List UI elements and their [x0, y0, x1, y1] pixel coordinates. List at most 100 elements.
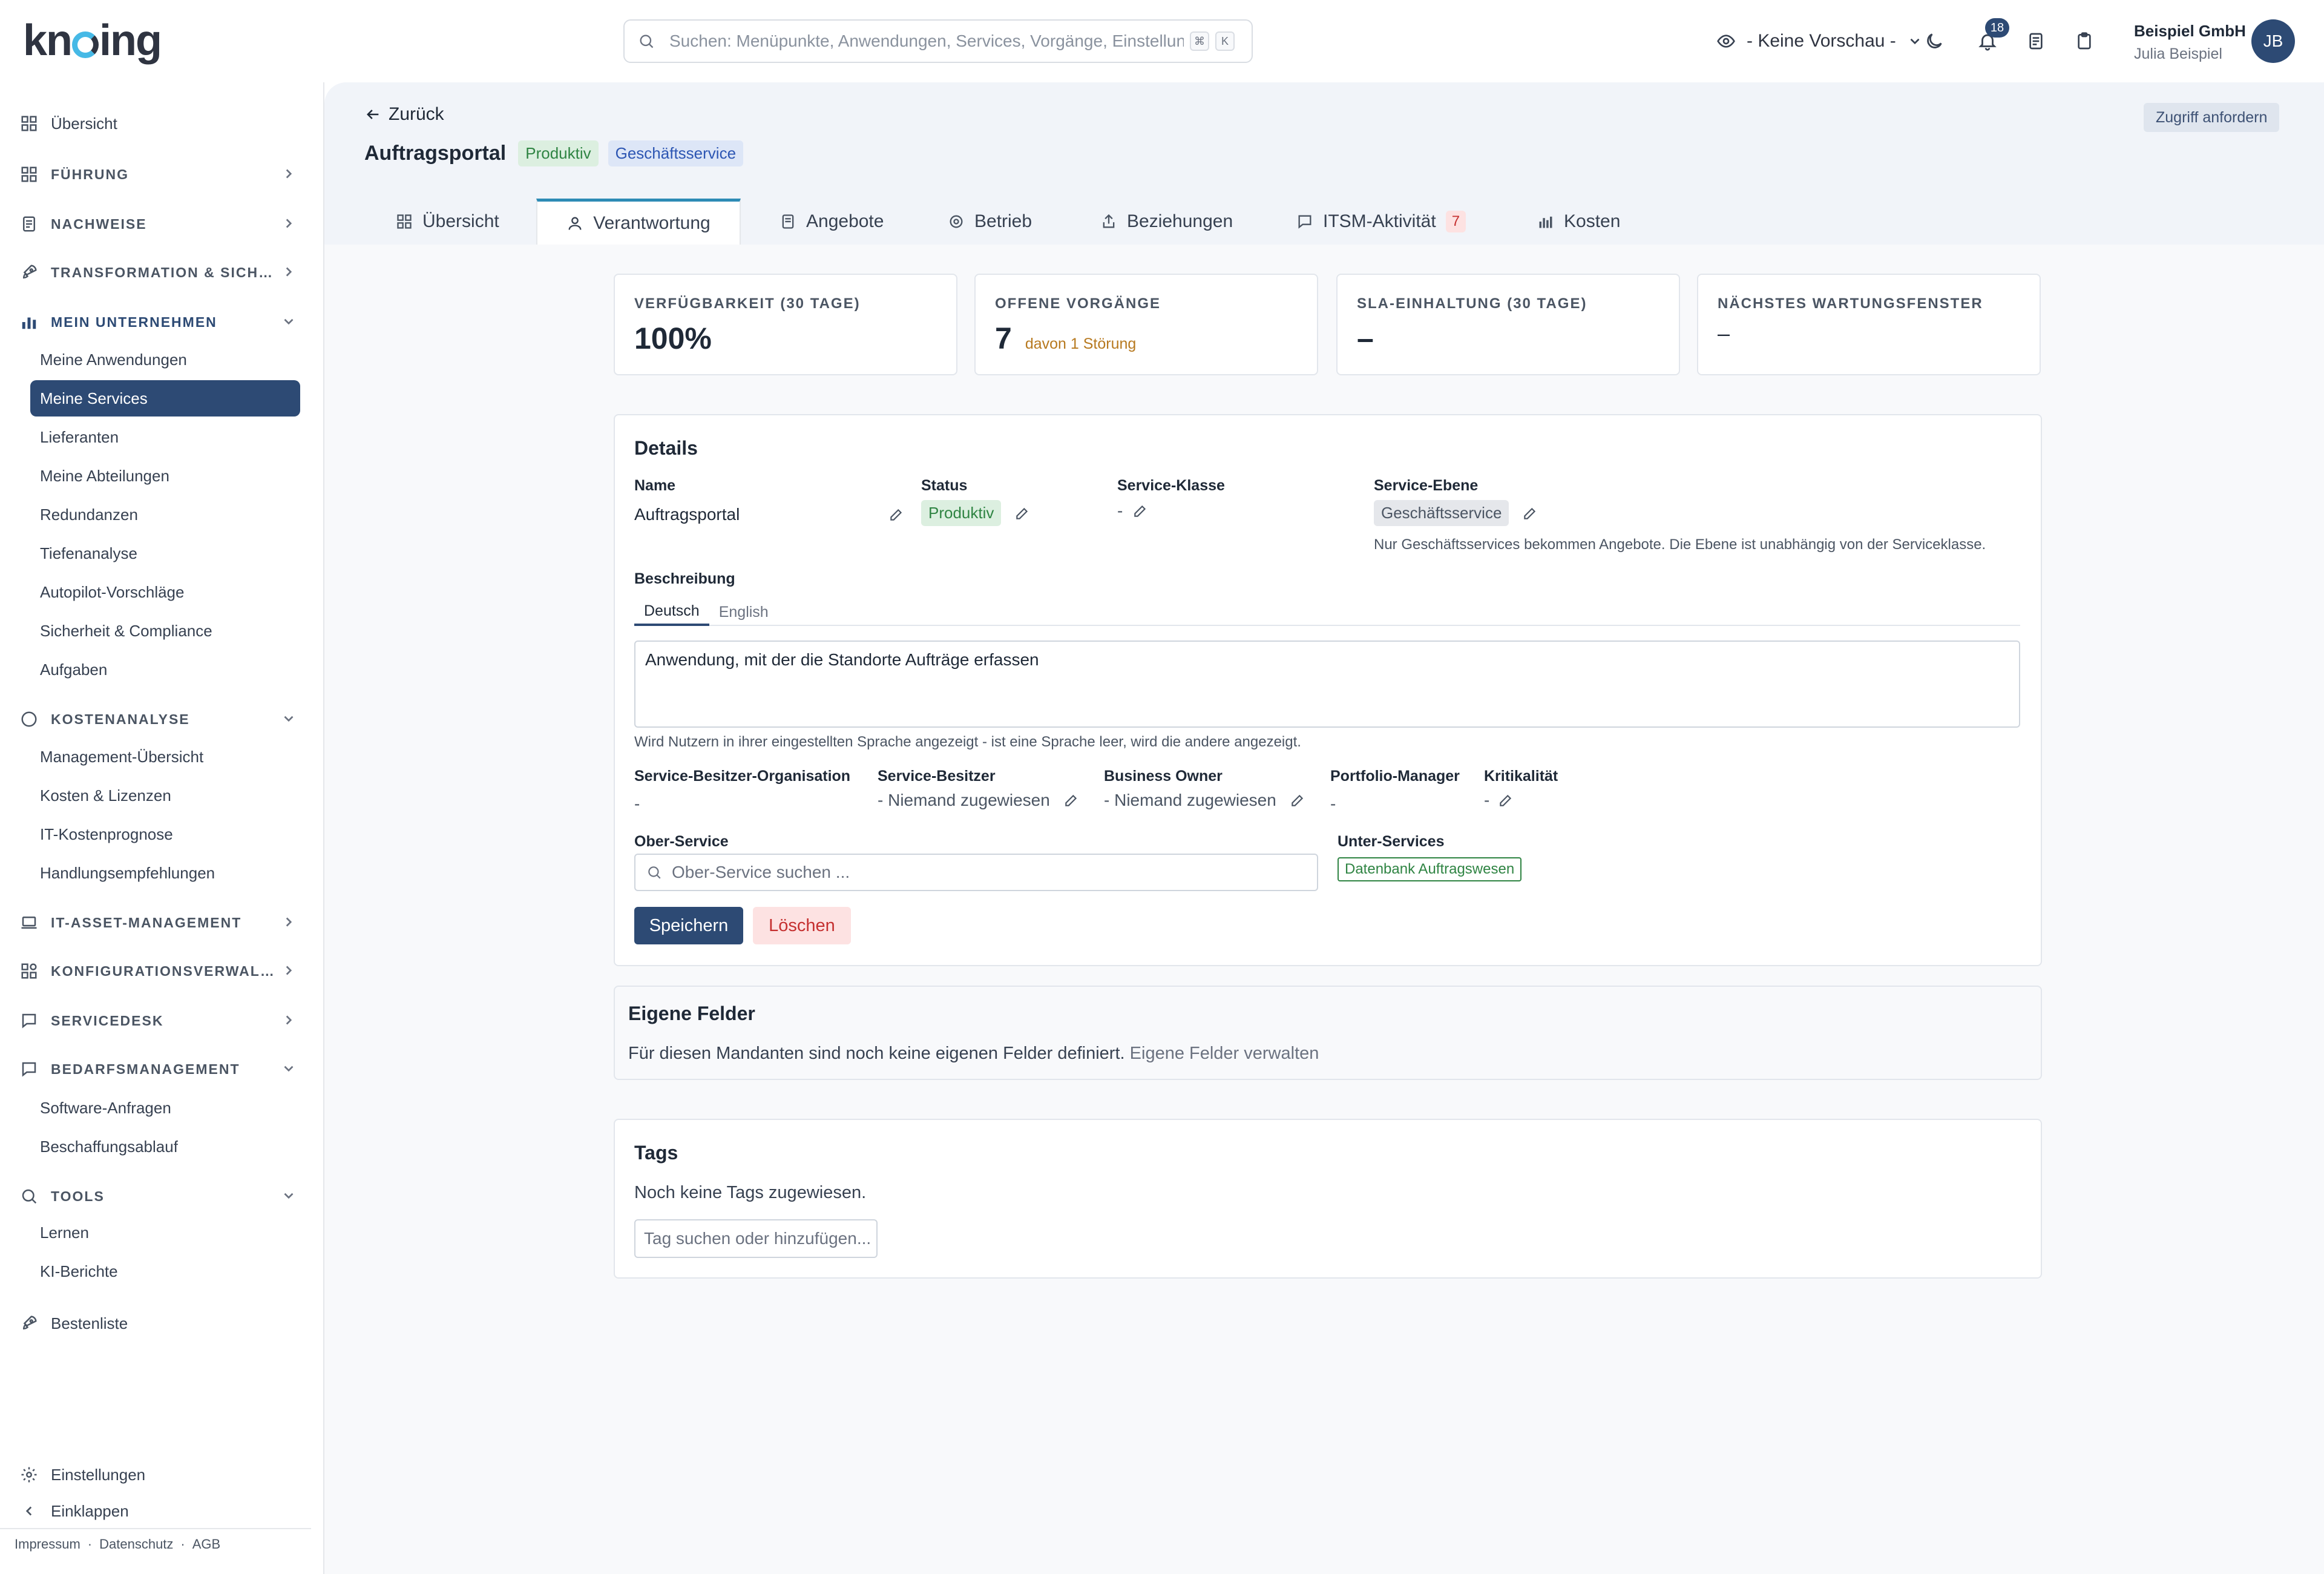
grid-icon: [397, 214, 412, 229]
sidebar-item-meine-abteilungen[interactable]: Meine Abteilungen: [30, 458, 300, 494]
edit-name-icon[interactable]: [888, 507, 904, 522]
link-agb[interactable]: AGB: [192, 1536, 220, 1552]
field-label: Name: [634, 477, 676, 494]
sidebar-section-fuehrung[interactable]: Führung: [18, 160, 297, 189]
gear-icon: [18, 1464, 40, 1486]
kpi-subtext: davon 1 Störung: [1025, 335, 1137, 352]
chevron-right-icon: [281, 264, 297, 280]
sidebar-section-transformation[interactable]: Transformation & Sich…: [18, 258, 297, 287]
edit-owner-icon[interactable]: [1063, 792, 1079, 808]
sidebar-item-aufgaben[interactable]: Aufgaben: [30, 651, 300, 688]
business-owner-field: - Niemand zugewiesen: [1104, 791, 1305, 810]
criticality-field: -: [1484, 791, 1514, 810]
preview-selector[interactable]: - Keine Vorschau -: [1716, 27, 1923, 56]
sidebar-item-beschaffungsablauf[interactable]: Beschaffungsablauf: [30, 1128, 300, 1165]
sidebar-item-lernen[interactable]: Lernen: [30, 1214, 300, 1251]
clipboard-button[interactable]: [2070, 27, 2099, 56]
sidebar-item-autopilot[interactable]: Autopilot-Vorschläge: [30, 574, 300, 610]
language-tabs: Deutsch English: [634, 598, 2020, 626]
lang-tab-de[interactable]: Deutsch: [634, 598, 709, 626]
edit-level-icon[interactable]: [1522, 505, 1538, 521]
delete-button[interactable]: Löschen: [753, 907, 851, 944]
kpi-sla: SLA-Einhaltung (30 Tage) –: [1336, 274, 1680, 375]
grid-icon: [18, 113, 40, 134]
edit-business-owner-icon[interactable]: [1290, 792, 1305, 808]
manage-custom-fields-link[interactable]: Eigene Felder verwalten: [1130, 1044, 1319, 1063]
panel-title: Tags: [634, 1142, 678, 1164]
link-datenschutz[interactable]: Datenschutz: [99, 1536, 173, 1552]
tab-offers[interactable]: Angebote: [769, 199, 894, 245]
edit-status-icon[interactable]: [1014, 505, 1030, 521]
sidebar-collapse-button[interactable]: Einklappen: [18, 1497, 297, 1526]
sidebar-section-konfig[interactable]: Konfigurationsverwal…: [18, 957, 297, 986]
sidebar-item-settings[interactable]: Einstellungen: [18, 1460, 297, 1489]
tags-empty-text: Noch keine Tags zugewiesen.: [634, 1183, 867, 1202]
sidebar-item-kostenprognose[interactable]: IT-Kostenprognose: [30, 816, 300, 852]
legal-separator: ·: [180, 1536, 185, 1552]
back-link[interactable]: Zurück: [364, 104, 444, 125]
sidebar-section-bedarf[interactable]: Bedarfsmanagement: [18, 1055, 297, 1084]
parent-service-search[interactable]: Ober-Service suchen ...: [634, 854, 1318, 891]
child-service-badge[interactable]: Datenbank Auftragswesen: [1338, 857, 1522, 881]
link-impressum[interactable]: Impressum: [15, 1536, 80, 1552]
sidebar-item-software-anfragen[interactable]: Software-Anfragen: [30, 1090, 300, 1126]
kpi-label: Offene Vorgänge: [995, 295, 1161, 312]
sidebar-section-kosten[interactable]: Kostenanalyse: [18, 705, 297, 734]
global-search[interactable]: Suchen: Menüpunkte, Anwendungen, Service…: [623, 19, 1253, 63]
tab-overview[interactable]: Übersicht: [385, 199, 510, 245]
sidebar-item-kosten-lizenzen[interactable]: Kosten & Lizenzen: [30, 777, 300, 814]
tab-itsm[interactable]: ITSM-Aktivität 7: [1285, 199, 1477, 245]
sidebar-section-unternehmen[interactable]: Mein Unternehmen: [18, 308, 297, 337]
tab-operations[interactable]: Betrieb: [937, 199, 1043, 245]
theme-toggle-button[interactable]: [1920, 27, 1949, 56]
shortcut-key-meta: ⌘: [1190, 31, 1209, 51]
tag-search-input[interactable]: Tag suchen oder hinzufügen...: [634, 1219, 878, 1258]
description-textarea[interactable]: Anwendung, mit der die Standorte Aufträg…: [634, 640, 2020, 728]
sidebar-section-label: Transformation & Sich…: [51, 264, 274, 280]
gear-icon: [950, 215, 963, 228]
sidebar-item-handlungsempfehlungen[interactable]: Handlungsempfehlungen: [30, 855, 300, 891]
bar-chart-icon: [18, 311, 40, 333]
level-field: Geschäftsservice: [1374, 500, 1538, 526]
edit-class-icon[interactable]: [1132, 503, 1148, 519]
tab-relations[interactable]: Beziehungen: [1089, 199, 1244, 245]
request-access-button[interactable]: Zugriff anfordern: [2144, 103, 2280, 132]
kpi-label: SLA-Einhaltung (30 Tage): [1357, 295, 1587, 312]
chevron-right-icon: [281, 166, 297, 182]
edit-criticality-icon[interactable]: [1498, 792, 1514, 808]
sidebar-item-tiefenanalyse[interactable]: Tiefenanalyse: [30, 535, 300, 571]
sidebar-section-tools[interactable]: Tools: [18, 1182, 297, 1211]
tab-label: ITSM-Aktivität: [1323, 211, 1436, 231]
documents-button[interactable]: [2021, 27, 2050, 56]
custom-fields-message: Für diesen Mandanten sind noch keine eig…: [628, 1044, 1125, 1063]
logo-text-post: ing: [99, 16, 162, 65]
sidebar-item-overview[interactable]: Übersicht: [18, 109, 297, 138]
sidebar-section-label: Führung: [51, 166, 129, 182]
sidebar-item-meine-anwendungen[interactable]: Meine Anwendungen: [30, 341, 300, 378]
notification-count-badge: 18: [1985, 18, 2009, 38]
circle-icon: [18, 708, 40, 730]
sidebar-section-label: Tools: [51, 1188, 105, 1204]
field-label: Ober-Service: [634, 833, 729, 850]
sidebar-item-meine-services[interactable]: Meine Services: [30, 380, 300, 417]
save-button[interactable]: Speichern: [634, 907, 743, 944]
sidebar-item-redundanzen[interactable]: Redundanzen: [30, 496, 300, 533]
sidebar-item-management-uebersicht[interactable]: Management-Übersicht: [30, 739, 300, 775]
sidebar-section-servicedesk[interactable]: Servicedesk: [18, 1006, 297, 1035]
sidebar-item-bestenliste[interactable]: Bestenliste: [18, 1309, 297, 1338]
sidebar-item-lieferanten[interactable]: Lieferanten: [30, 419, 300, 455]
field-label: Service-Besitzer-Organisation: [634, 768, 851, 785]
tab-responsibility[interactable]: Verantwortung: [536, 199, 741, 245]
sidebar-section-asset[interactable]: IT-Asset-Management: [18, 908, 297, 937]
class-field: -: [1117, 501, 1148, 521]
user-info[interactable]: Beispiel GmbH Julia Beispiel: [2134, 22, 2246, 63]
sidebar-item-ki-berichte[interactable]: KI-Berichte: [30, 1253, 300, 1289]
sidebar-section-nachweise[interactable]: Nachweise: [18, 209, 297, 239]
avatar[interactable]: JB: [2251, 19, 2295, 63]
brand-logo[interactable]: kn ing: [23, 16, 162, 65]
tab-costs[interactable]: Kosten: [1526, 199, 1631, 245]
sidebar-item-sicherheit[interactable]: Sicherheit & Compliance: [30, 613, 300, 649]
lang-tab-en[interactable]: English: [709, 598, 778, 626]
search-placeholder: Suchen: Menüpunkte, Anwendungen, Service…: [669, 31, 1184, 50]
details-panel: Details Name Auftragsportal Status Produ…: [614, 414, 2042, 966]
